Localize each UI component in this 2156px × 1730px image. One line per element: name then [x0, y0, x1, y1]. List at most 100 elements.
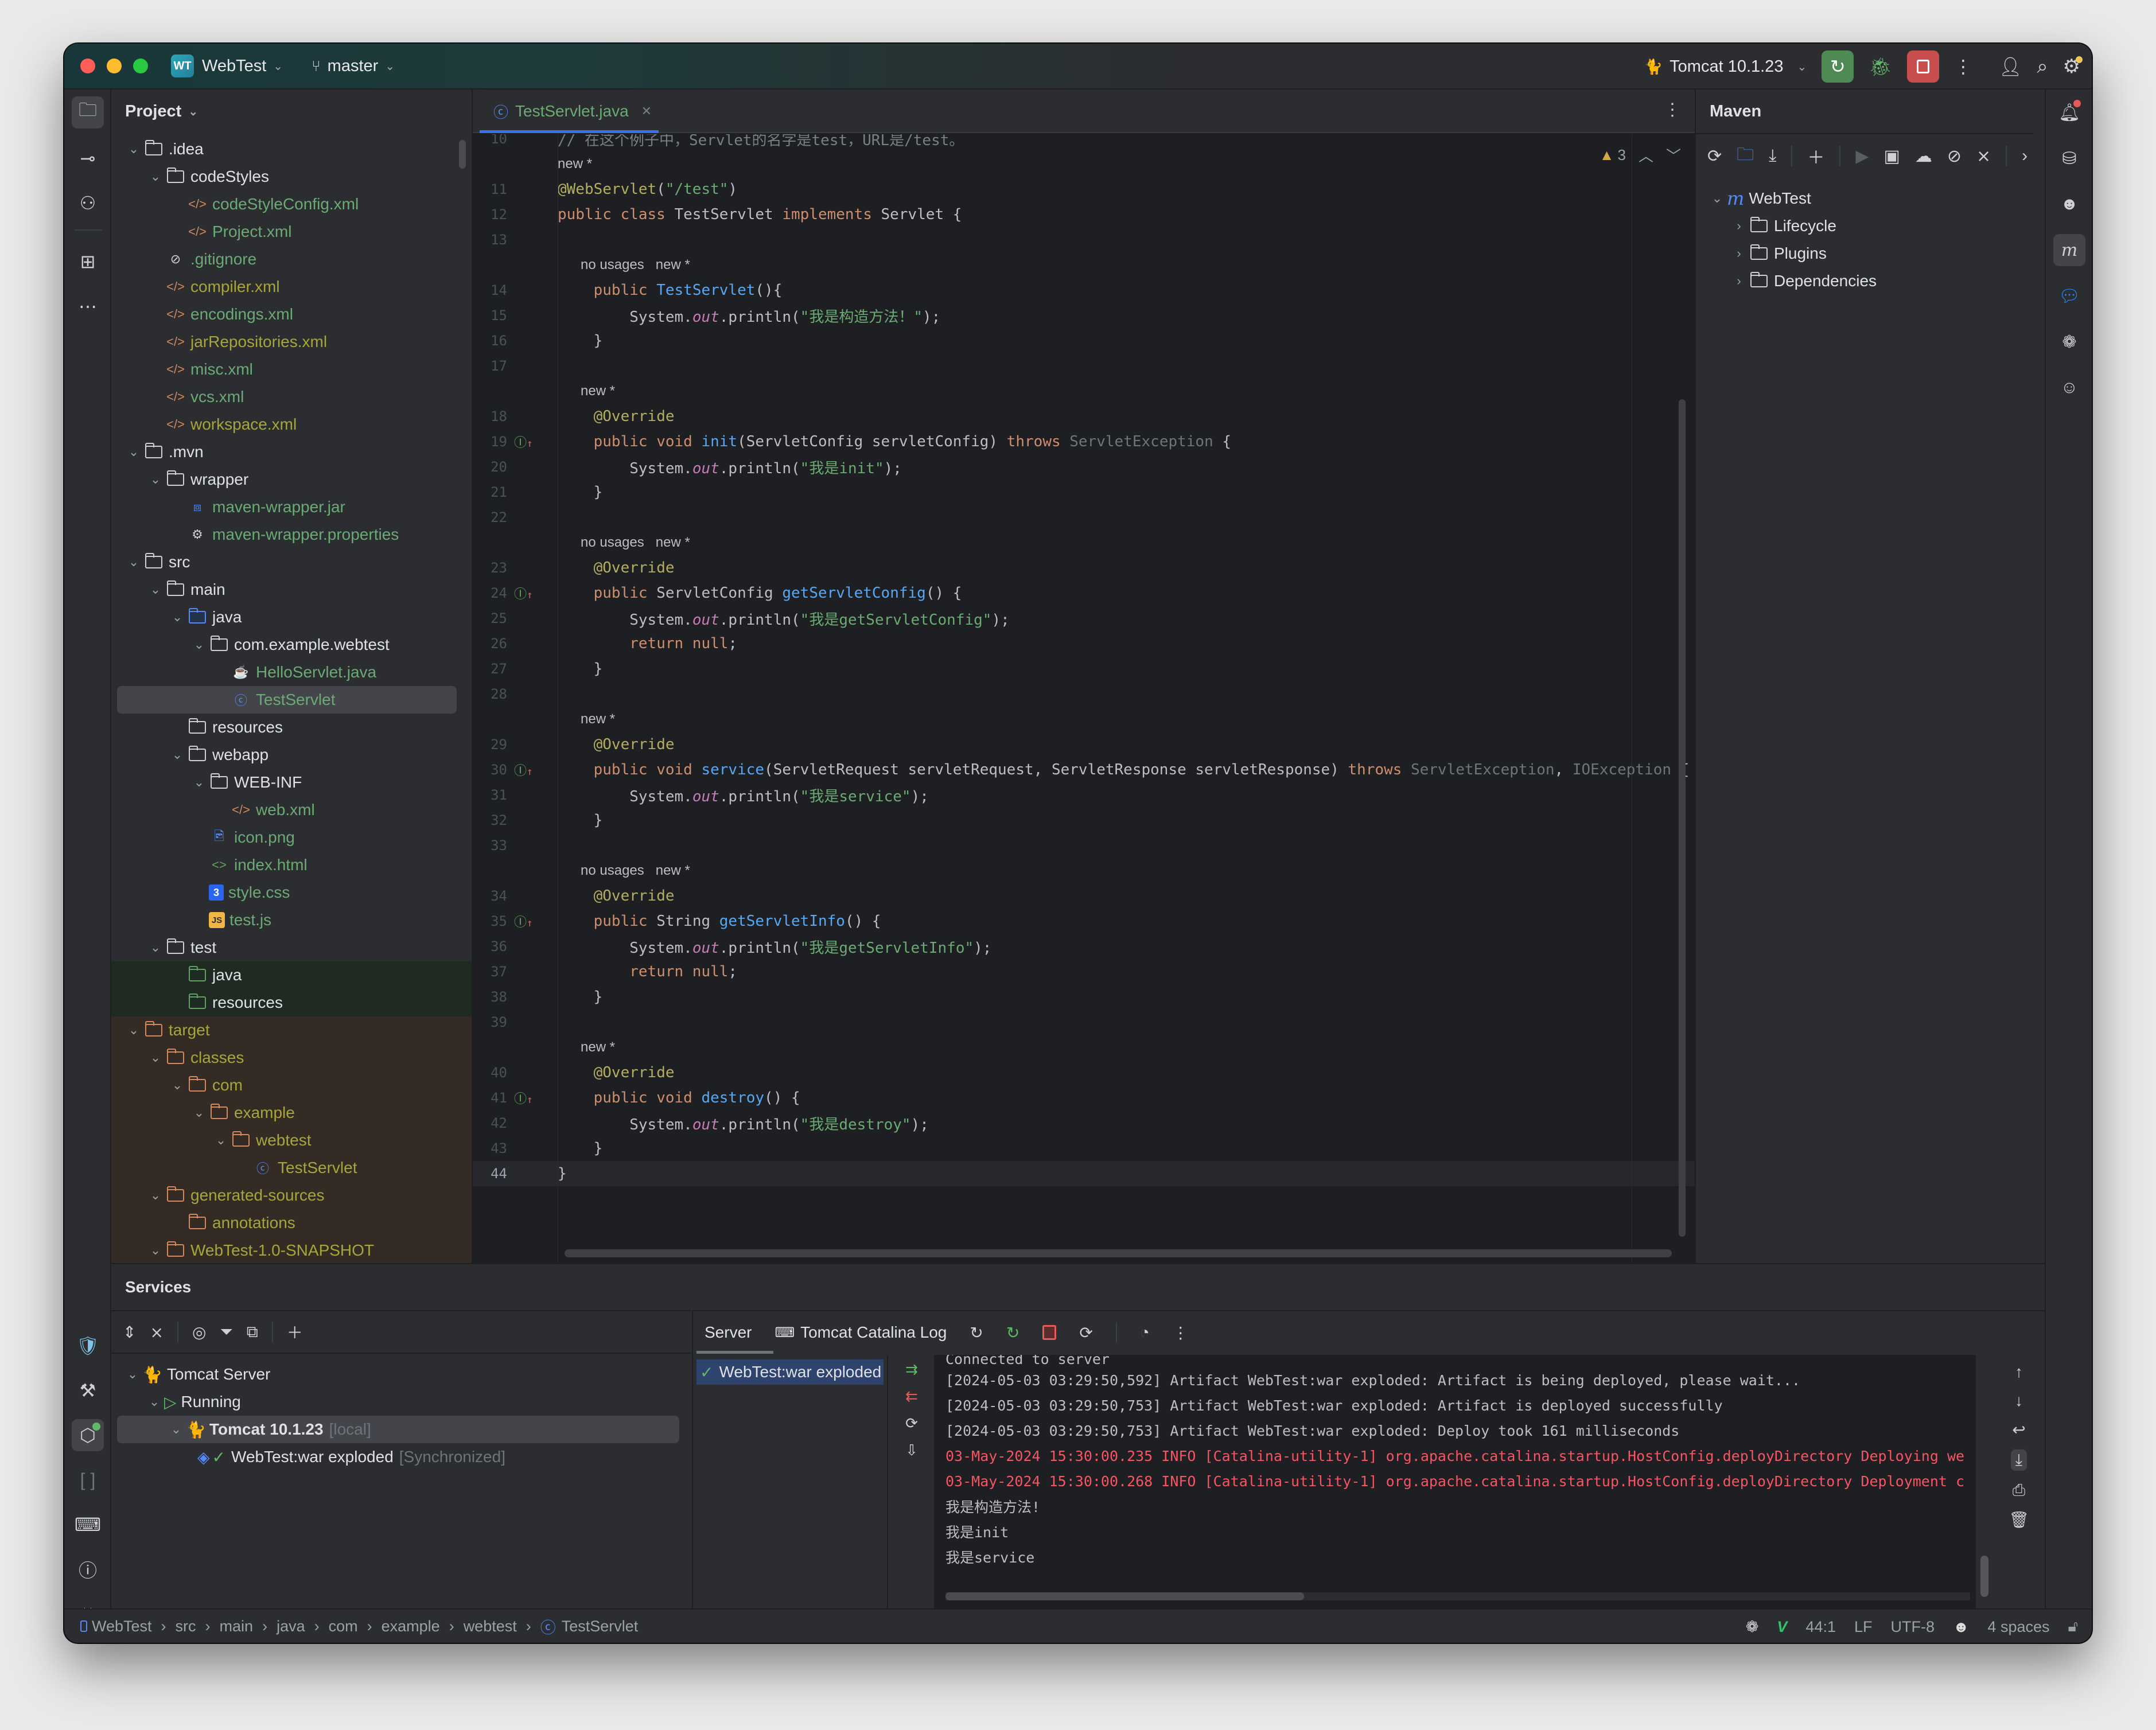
rerun-debug-icon[interactable]: ↻ [1006, 1323, 1019, 1342]
tree-item[interactable]: ⌄ wrapper [111, 466, 472, 493]
openai-tool-button[interactable]: ❁ [2053, 326, 2085, 358]
services-tool-button[interactable]: ⬡ [72, 1419, 104, 1451]
line-number[interactable]: 22 [473, 509, 507, 525]
tree-item[interactable]: ⌄ target [111, 1016, 472, 1044]
tree-item[interactable]: ⧈ maven-wrapper.jar [111, 493, 472, 521]
code-line[interactable]: 31 System.out.println("我是service"); [473, 782, 1695, 808]
breadcrumb-item[interactable]: webtest [464, 1618, 517, 1635]
code-line[interactable]: 36 System.out.println("我是getServletInfo"… [473, 934, 1695, 959]
tree-item[interactable]: </> misc.xml [111, 356, 472, 383]
offline-mode-icon[interactable]: ☁ [1915, 146, 1932, 166]
code-line[interactable]: 12 public class TestServlet implements Se… [473, 202, 1695, 227]
project-scrollbar[interactable] [459, 140, 466, 169]
tree-item[interactable]: ⌄ .idea [111, 135, 472, 163]
inlay-hint[interactable]: no usages new * [473, 252, 1695, 278]
tree-item[interactable]: 🖻 icon.png [111, 824, 472, 851]
line-number[interactable]: 37 [473, 964, 507, 980]
line-number[interactable]: 20 [473, 459, 507, 475]
code-line[interactable]: 13 [473, 227, 1695, 252]
tree-item[interactable]: ⌄ classes [111, 1044, 472, 1071]
tree-item[interactable]: </> jarRepositories.xml [111, 328, 472, 356]
profiler-icon[interactable]: ◔ [1140, 1323, 1150, 1342]
chevron-down-icon[interactable]: ⌄ [146, 169, 165, 184]
inspection-widget[interactable]: ▲ 3 ︿ ﹀ [1600, 145, 1681, 166]
tree-item[interactable]: ⌄ com [111, 1071, 472, 1099]
add-service-icon[interactable]: ＋ [287, 1320, 303, 1343]
copilot-chat-tool-button[interactable]: ☺ [2053, 372, 2085, 404]
project-panel-header[interactable]: Project ⌄ [111, 89, 472, 133]
structure-tool-button[interactable]: ⊞ [72, 246, 104, 278]
code-line[interactable]: 17 [473, 353, 1695, 379]
add-icon[interactable]: ＋ [1807, 143, 1824, 169]
vim-icon[interactable]: V [1777, 1618, 1787, 1636]
chevron-down-icon[interactable]: ⌄ [189, 637, 209, 652]
commit-tool-button[interactable]: ⊸ [72, 142, 104, 174]
maven-plugins[interactable]: › Plugins [1696, 240, 2033, 267]
copilot-status-icon[interactable]: ☻ [1953, 1618, 1969, 1636]
problems-tool-button[interactable]: ⓘ [72, 1553, 104, 1585]
line-number[interactable]: 25 [473, 610, 507, 626]
search-icon[interactable]: ⌕ [2037, 56, 2048, 78]
print-icon[interactable]: ⎙ [2013, 1481, 2025, 1500]
gopher-plugin-button[interactable]: 🛡 [72, 1330, 104, 1362]
tree-item[interactable]: ⌄ codeStyles [111, 163, 472, 190]
editor-horizontal-scrollbar[interactable] [565, 1249, 1672, 1257]
implements-method-icon[interactable]: Ⓘ↑ [514, 584, 537, 602]
chevron-down-icon[interactable]: ⌄ [146, 940, 165, 955]
code-line[interactable]: 30 Ⓘ↑ public void service(ServletRequest … [473, 757, 1695, 782]
chevron-down-icon[interactable]: ⌄ [211, 1133, 231, 1148]
editor-vertical-scrollbar[interactable] [1679, 399, 1686, 1237]
maven-lifecycle[interactable]: › Lifecycle [1696, 212, 2033, 240]
chevron-down-icon[interactable]: ⌄ [168, 747, 187, 762]
next-highlight-icon[interactable]: ﹀ [1666, 145, 1681, 166]
previous-highlight-icon[interactable]: ︿ [1639, 145, 1653, 166]
more-actions-icon[interactable]: ⋮ [1173, 1323, 1189, 1342]
line-number[interactable]: 10 [473, 134, 507, 147]
chevron-down-icon[interactable]: ⌄ [146, 472, 165, 487]
deploy-icon[interactable]: ⇉ [905, 1361, 918, 1378]
tree-item[interactable]: ⌄ src [111, 548, 472, 576]
download-icon[interactable]: ⤓ [1769, 146, 1776, 166]
more-tools-button[interactable]: ⋯ [72, 290, 104, 322]
stop-button[interactable] [1906, 50, 1939, 83]
tree-item[interactable]: </> codeStyleConfig.xml [111, 190, 472, 218]
code-line[interactable]: 39 [473, 1010, 1695, 1035]
code-with-me-tool-button[interactable]: ⚇ [72, 187, 104, 219]
line-number[interactable]: 44 [473, 1166, 507, 1182]
tree-item[interactable]: ⌄ generated-sources [111, 1182, 472, 1209]
breadcrumb-item[interactable]: com [329, 1618, 358, 1635]
line-number[interactable]: 30 [473, 762, 507, 778]
filter-icon[interactable]: ⏷ [220, 1323, 232, 1342]
rerun-icon[interactable]: ↻ [970, 1323, 983, 1342]
run-icon[interactable]: ▶ [1855, 146, 1869, 166]
file-encoding[interactable]: UTF-8 [1891, 1618, 1935, 1636]
console-horizontal-scrollbar[interactable] [945, 1592, 1305, 1600]
chevron-down-icon[interactable]: ⌄ [146, 1243, 165, 1258]
line-number[interactable]: 40 [473, 1065, 507, 1081]
line-number[interactable]: 16 [473, 333, 507, 349]
line-number[interactable]: 29 [473, 737, 507, 753]
line-number[interactable]: 33 [473, 837, 507, 854]
code-line[interactable]: 28 [473, 681, 1695, 707]
chevron-down-icon[interactable]: ⌄ [189, 775, 209, 790]
implements-method-icon[interactable]: Ⓘ↑ [514, 1089, 537, 1107]
breadcrumb-item[interactable]: example [382, 1618, 440, 1635]
line-number[interactable]: 23 [473, 560, 507, 576]
maven-root[interactable]: ⌄ m WebTest [1696, 185, 2033, 212]
line-number[interactable]: 34 [473, 888, 507, 904]
add-user-icon[interactable]: 👤︎ [1999, 56, 2022, 77]
line-number[interactable]: 39 [473, 1014, 507, 1030]
tree-item[interactable]: ⌄ .mvn [111, 438, 472, 466]
line-number[interactable]: 19 [473, 434, 507, 450]
project-tool-button[interactable]: 🗀 [72, 96, 104, 128]
inlay-hint[interactable]: new * [473, 707, 1695, 732]
tree-item[interactable]: ⌄ WebTest-1.0-SNAPSHOT [111, 1237, 472, 1263]
skip-tests-icon[interactable]: ⊘ [1947, 146, 1962, 166]
line-number[interactable]: 42 [473, 1115, 507, 1131]
terminal-tool-button[interactable]: ⌨ [72, 1509, 104, 1541]
code-area[interactable]: 10 // 在这个例子中，Servlet的名字是test，URL是/test。 ne… [473, 134, 1695, 1263]
tree-item[interactable]: </> workspace.xml [111, 411, 472, 438]
implements-method-icon[interactable]: Ⓘ↑ [514, 912, 537, 930]
service-tomcat-instance[interactable]: ⌄ 🐈 Tomcat 10.1.23 [local] [117, 1416, 679, 1443]
code-line[interactable]: 19 Ⓘ↑ public void init(ServletConfig serv… [473, 429, 1695, 454]
